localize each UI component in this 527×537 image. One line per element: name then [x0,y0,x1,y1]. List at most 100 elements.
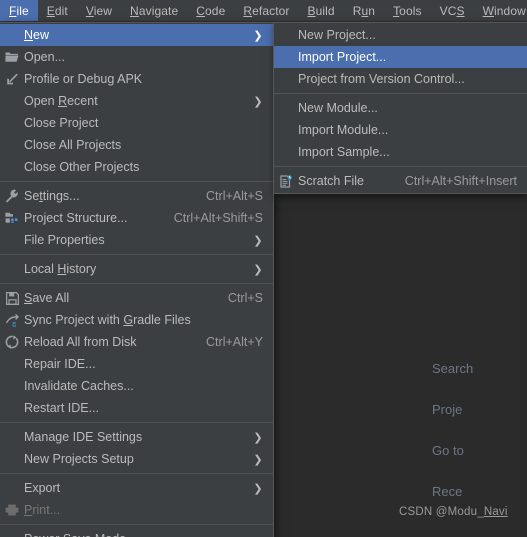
menu-item-label: Print... [24,503,61,517]
menubar-item-label: Edit [46,3,68,18]
menu-item-shortcut: Ctrl+Alt+Shift+Insert [404,174,517,188]
file-menu-item-open-recent[interactable]: Open Recent ❯ [0,90,273,112]
menu-item-label: Import Module... [298,123,389,137]
menu-item-label: New Module... [298,101,378,115]
chevron-right-icon: ❯ [253,431,263,444]
chevron-right-icon: ❯ [253,234,263,247]
menu-separator [274,166,527,167]
new-submenu-item-import-project[interactable]: Import Project... [274,46,527,68]
welcome-hints: Search Proje Go to Rece [407,348,527,512]
menubar-item-navigate[interactable]: Navigate [121,0,187,21]
menubar-item-label: Tools [393,3,422,18]
file-menu-popup: New ❯ Open... Profile or Debug APK Open Rece… [0,22,274,537]
menu-item-label: Power Save Mode [24,532,136,537]
floppy-icon [0,291,24,305]
menubar-item-run[interactable]: Run [344,0,384,21]
menu-item-label: Close Project [24,116,99,130]
chevron-right-icon: ❯ [253,95,263,108]
menubar-item-vcs[interactable]: VCS [431,0,474,21]
new-submenu-item-scratch-file[interactable]: Scratch File Ctrl+Alt+Shift+Insert [274,170,527,192]
file-menu-item-sync-project-with-gradle-files[interactable]: Sync Project with Gradle Files [0,309,273,331]
menubar-item-label: Build [307,3,335,18]
menu-separator [274,93,527,94]
printer-icon [0,504,24,516]
file-menu-item-new-projects-setup[interactable]: New Projects Setup ❯ [0,448,273,470]
welcome-hint-text: Search [432,361,474,376]
file-menu-item-invalidate-caches[interactable]: Invalidate Caches... [0,375,273,397]
menu-item-shortcut: Ctrl+S [227,291,263,305]
menu-item-label: Open... [24,50,65,64]
menubar-item-label: Navigate [130,3,179,18]
menu-separator [0,254,273,255]
menu-separator [0,283,273,284]
menubar-item-refactor[interactable]: Refactor [234,0,298,21]
ide-window: File Edit View Navigate Code Refactor Build Run… [0,0,527,537]
menu-item-label: Manage IDE Settings [24,430,143,444]
menubar-item-edit[interactable]: Edit [38,0,77,21]
new-submenu-item-new-module[interactable]: New Module... [274,97,527,119]
wrench-icon [0,189,24,203]
file-menu-item-reload-all-from-disk[interactable]: Reload All from Disk Ctrl+Alt+Y [0,331,273,353]
chevron-right-icon: ❯ [253,263,263,276]
file-menu-item-new[interactable]: New ❯ [0,24,273,46]
file-menu-item-settings[interactable]: Settings... Ctrl+Alt+S [0,185,273,207]
file-menu-item-project-structure[interactable]: Project Structure... Ctrl+Alt+Shift+S [0,207,273,229]
menubar-item-label: Run [352,3,376,18]
menu-item-label: Project from Version Control... [298,72,465,86]
menubar-item-file[interactable]: File [0,0,38,21]
menu-separator [0,422,273,423]
main-menubar: File Edit View Navigate Code Refactor Build Run… [0,0,527,22]
file-menu-item-open[interactable]: Open... [0,46,273,68]
menu-item-label: Import Sample... [298,145,390,159]
file-menu-item-save-all[interactable]: Save All Ctrl+S [0,287,273,309]
file-menu-item-power-save-mode[interactable]: Power Save Mode [0,528,273,537]
menubar-item-tools[interactable]: Tools [384,0,431,21]
csdn-watermark: CSDN @Modu_Navi [399,506,508,518]
menu-item-shortcut: Ctrl+Alt+S [206,189,263,203]
new-submenu-item-new-project[interactable]: New Project... [274,24,527,46]
file-menu-item-local-history[interactable]: Local History ❯ [0,258,273,280]
menu-item-label: Invalidate Caches... [24,379,134,393]
new-submenu-item-import-sample[interactable]: Import Sample... [274,141,527,163]
scratch-file-icon [274,174,298,188]
menu-item-label: Save All [24,291,70,305]
new-submenu-popup: New Project... Import Project... Project f… [273,22,527,194]
file-menu-item-repair-ide[interactable]: Repair IDE... [0,353,273,375]
menu-item-label: New [24,28,50,42]
menubar-item-label: Refactor [243,3,290,18]
watermark-underlined: Navi [483,506,508,518]
menu-item-label: Settings... [24,189,80,203]
menu-item-label: Close Other Projects [24,160,140,174]
menubar-item-view[interactable]: View [77,0,121,21]
menu-item-label: New Project... [298,28,376,42]
file-menu-item-restart-ide[interactable]: Restart IDE... [0,397,273,419]
menu-item-label: Profile or Debug APK [24,72,143,86]
file-menu-item-close-project[interactable]: Close Project [0,112,273,134]
menubar-item-label: VCS [439,3,465,18]
menu-item-shortcut: Ctrl+Alt+Shift+S [173,211,263,225]
welcome-hint-text: Proje [432,402,463,417]
new-submenu-item-import-module[interactable]: Import Module... [274,119,527,141]
menu-item-label: Restart IDE... [24,401,100,415]
menu-item-label: Reload All from Disk [24,335,137,349]
menu-separator [0,473,273,474]
menubar-item-code[interactable]: Code [187,0,234,21]
menu-item-shortcut: Ctrl+Alt+Y [206,335,263,349]
sync-gradle-icon [0,313,24,327]
file-menu-item-close-other-projects[interactable]: Close Other Projects [0,156,273,178]
menu-item-label: Project Structure... [24,211,128,225]
file-menu-item-close-all-projects[interactable]: Close All Projects [0,134,273,156]
menu-item-label: Export [24,481,61,495]
file-menu-item-manage-ide-settings[interactable]: Manage IDE Settings ❯ [0,426,273,448]
menubar-item-build[interactable]: Build [299,0,344,21]
menu-item-label: New Projects Setup [24,452,134,466]
file-menu-item-profile-or-debug-apk[interactable]: Profile or Debug APK [0,68,273,90]
file-menu-item-export[interactable]: Export ❯ [0,477,273,499]
menubar-item-window[interactable]: Window [474,0,527,21]
menu-item-label: File Properties [24,233,105,247]
menu-item-label: Close All Projects [24,138,122,152]
menu-separator [0,181,273,182]
file-menu-item-file-properties[interactable]: File Properties ❯ [0,229,273,251]
new-submenu-item-project-from-version-control[interactable]: Project from Version Control... [274,68,527,90]
chevron-right-icon: ❯ [253,29,263,42]
